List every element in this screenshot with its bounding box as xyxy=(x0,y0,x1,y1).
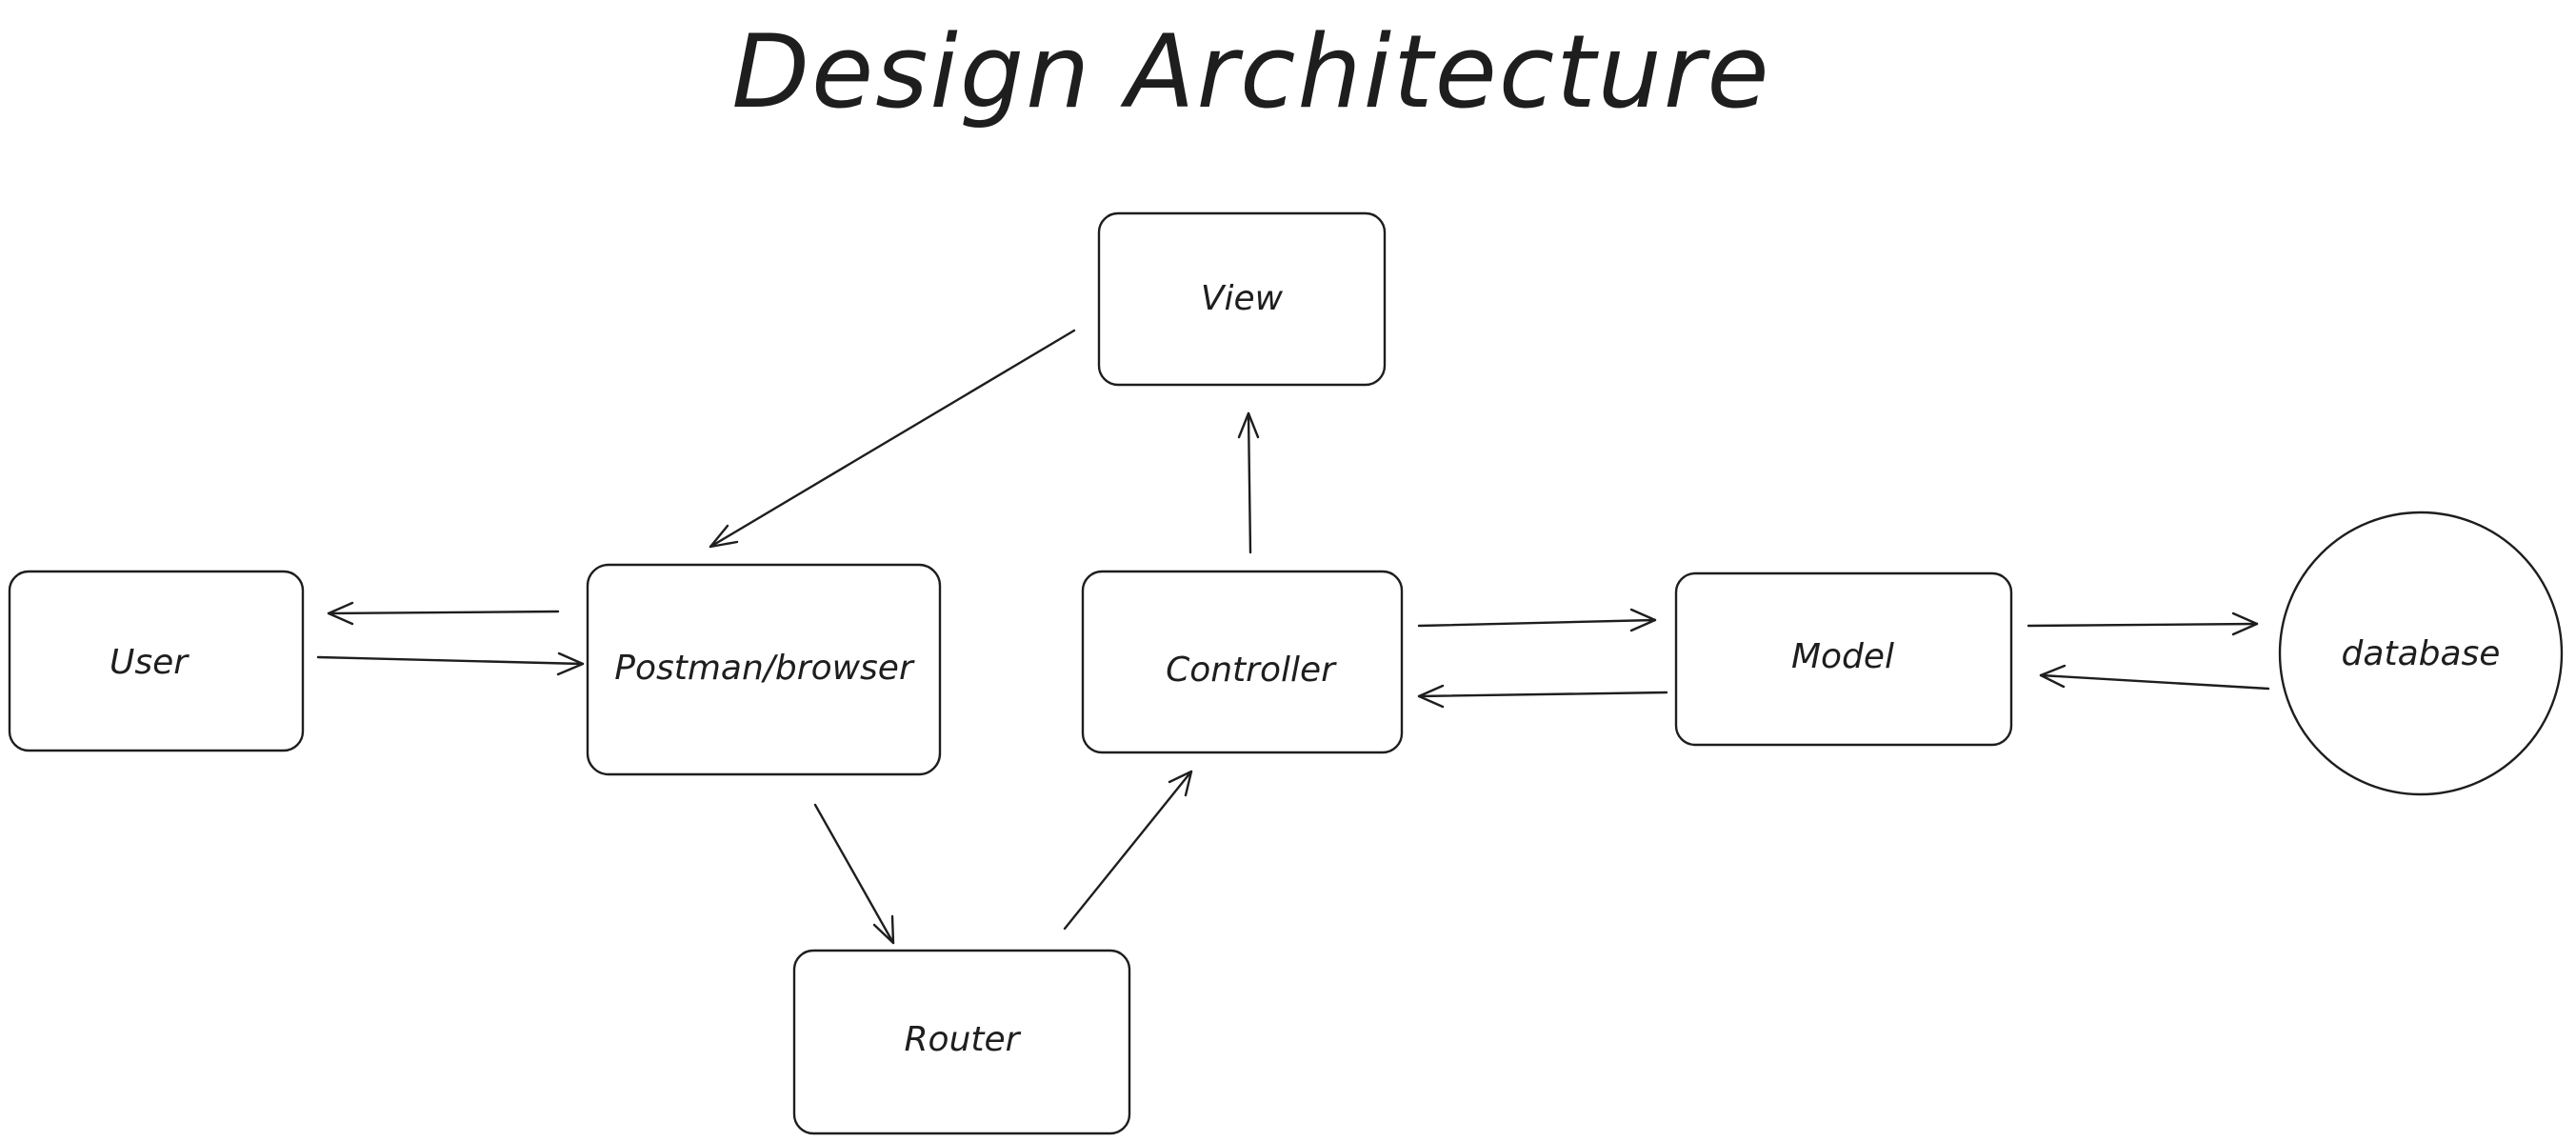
edge-router-to-controller xyxy=(1063,770,1193,931)
edge-controller-to-model xyxy=(1417,608,1657,632)
node-database[interactable]: database xyxy=(2278,511,2564,796)
node-model-label: Model xyxy=(1791,637,1894,676)
edge-database-to-model xyxy=(2039,664,2270,691)
node-postman-browser[interactable]: Postman/browser xyxy=(586,563,942,776)
edge-user-to-postman xyxy=(316,651,585,676)
node-postman-browser-label: Postman/browser xyxy=(614,649,915,688)
edge-postman-to-router xyxy=(813,803,895,945)
node-router-label: Router xyxy=(905,1020,1022,1059)
edge-model-to-controller xyxy=(1417,684,1668,709)
edge-postman-to-user xyxy=(327,601,560,626)
node-database-label: database xyxy=(2342,634,2501,673)
node-user-label: User xyxy=(110,643,190,682)
edge-view-to-postman xyxy=(709,329,1076,549)
node-user[interactable]: User xyxy=(8,570,305,752)
node-view-label: View xyxy=(1201,279,1284,318)
architecture-diagram: Design Architecture View User Postman/br… xyxy=(8,13,2564,1135)
node-router[interactable]: Router xyxy=(792,949,1131,1135)
edge-controller-to-view xyxy=(1237,411,1260,554)
node-controller-label: Controller xyxy=(1166,651,1337,690)
node-model[interactable]: Model xyxy=(1674,571,2013,747)
node-controller[interactable]: Controller xyxy=(1081,570,1404,754)
node-view[interactable]: View xyxy=(1097,211,1387,387)
edge-model-to-database xyxy=(2027,611,2259,636)
diagram-title: Design Architecture xyxy=(731,13,1770,130)
